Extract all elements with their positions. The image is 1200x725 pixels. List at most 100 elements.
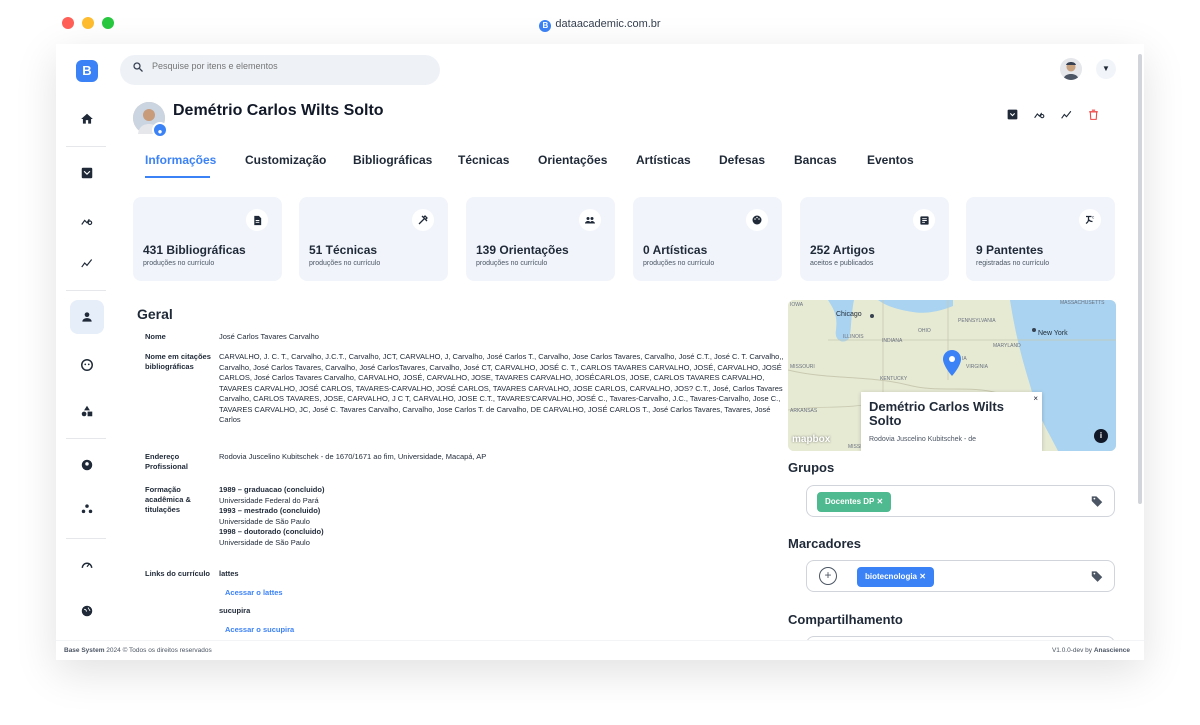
location-map[interactable]: Chicago New York IOWA ILLINOIS INDIANA O… <box>788 300 1116 451</box>
query-stats-icon[interactable] <box>70 204 104 238</box>
stat-card-patentes[interactable]: c 9 Pantentes registradas no currículo <box>966 197 1115 281</box>
search-bar[interactable] <box>120 55 440 85</box>
tag-chip-label: Docentes DP <box>825 497 875 506</box>
tools-icon <box>412 209 434 231</box>
mapbox-logo: mapbox <box>792 434 831 445</box>
stat-card-orientacoes[interactable]: 139 Orientações produções no currículo <box>466 197 615 281</box>
delete-icon[interactable] <box>1087 108 1100 124</box>
section-title-geral: Geral <box>137 306 173 322</box>
camera-icon[interactable]: ● <box>152 122 168 138</box>
tag-chip[interactable]: Docentes DP ✕ <box>817 492 892 512</box>
degree-text: 1993 – mestrado (concluido) <box>219 506 321 515</box>
scrollbar[interactable] <box>1138 54 1142 504</box>
footer-company: Anascience <box>1093 647 1130 654</box>
close-icon[interactable]: × <box>1033 394 1038 403</box>
field-value-nome: José Carlos Tavares Carvalho <box>219 332 319 341</box>
map-label: Chicago <box>836 311 862 318</box>
footer-rights: 2024 © Todos os direitos reservados <box>106 647 212 654</box>
app-logo[interactable]: B <box>76 60 98 82</box>
stat-subtitle: aceitos e publicados <box>810 260 874 267</box>
app-window: B Pesquise por itens e elementos ▼ ● Dem… <box>56 44 1144 660</box>
field-label-formacao: Formação acadêmica & titulações <box>145 485 191 514</box>
tab-bibliograficas[interactable]: Bibliográficas <box>353 153 432 167</box>
tag-chip[interactable]: biotecnologia ✕ <box>857 567 934 587</box>
tab-orientacoes[interactable]: Orientações <box>538 153 607 167</box>
tab-artisticas[interactable]: Artísticas <box>636 153 691 167</box>
sucupira-link[interactable]: Acessar o sucupira <box>225 625 294 634</box>
footer-copyright: Base System 2024 © Todos os direitos res… <box>64 647 212 654</box>
document-icon <box>246 209 268 231</box>
map-label: ILLINOIS <box>843 334 864 340</box>
stat-title: 252 Artigos <box>810 243 875 257</box>
stat-subtitle: produções no currículo <box>476 260 548 267</box>
browser-chrome: Bdataacademic.com.br <box>0 0 1200 44</box>
tag-icon <box>1090 494 1104 511</box>
map-popup-subtitle: Rodovia Juscelino Kubitschek - de <box>869 436 977 443</box>
account-circle-icon[interactable] <box>70 448 104 482</box>
link-name: lattes <box>219 569 239 578</box>
footer-brand: Base System <box>64 647 105 654</box>
insights-icon[interactable] <box>70 246 104 280</box>
user-avatar[interactable] <box>1060 58 1082 80</box>
chip-remove-icon[interactable]: ✕ <box>876 497 883 506</box>
add-marker-icon[interactable]: + <box>819 567 837 585</box>
marcadores-tag-field[interactable]: + biotecnologia ✕ <box>806 560 1115 592</box>
tab-informacoes[interactable]: Informações <box>145 153 216 167</box>
workspaces-icon[interactable] <box>70 492 104 526</box>
map-label: INDIANA <box>882 338 903 344</box>
group-icon[interactable] <box>70 348 104 382</box>
tag-icon <box>1090 569 1104 586</box>
stat-subtitle: registradas no currículo <box>976 260 1050 267</box>
stat-card-artigos[interactable]: 252 Artigos aceitos e publicados <box>800 197 949 281</box>
tab-eventos[interactable]: Eventos <box>867 153 914 167</box>
stat-card-tecnicas[interactable]: 51 Técnicas produções no currículo <box>299 197 448 281</box>
map-popup-title: Demétrio Carlos Wilts Solto <box>869 399 1004 428</box>
stat-title: 431 Bibliográficas <box>143 243 246 257</box>
map-label: New York <box>1038 330 1068 337</box>
url-text: dataacademic.com.br <box>555 18 661 30</box>
search-icon <box>132 61 144 76</box>
category-icon[interactable] <box>70 394 104 428</box>
institution-text: Universidade de São Paulo <box>219 537 310 547</box>
person-icon[interactable] <box>70 300 104 334</box>
sidebar-divider <box>66 538 106 539</box>
map-label: MISSOURI <box>790 364 815 370</box>
section-title-compartilhamento: Compartilhamento <box>788 612 903 627</box>
account-menu-caret-icon[interactable]: ▼ <box>1096 59 1116 79</box>
info-icon[interactable]: i <box>1094 429 1108 443</box>
institution-text: Universidade de São Paulo <box>219 516 310 526</box>
address-bar[interactable]: Bdataacademic.com.br <box>0 18 1200 32</box>
stat-subtitle: produções no currículo <box>143 260 215 267</box>
search-input[interactable] <box>152 61 422 71</box>
tab-tecnicas[interactable]: Técnicas <box>458 153 509 167</box>
tab-bancas[interactable]: Bancas <box>794 153 837 167</box>
tab-defesas[interactable]: Defesas <box>719 153 765 167</box>
palette-icon <box>746 209 768 231</box>
home-icon[interactable] <box>70 102 104 136</box>
map-label: ARKANSAS <box>790 408 818 414</box>
stat-title: 139 Orientações <box>476 243 569 257</box>
globe-icon[interactable] <box>70 594 104 628</box>
map-label: IOWA <box>790 302 804 308</box>
lattes-link[interactable]: Acessar o lattes <box>225 588 283 597</box>
query-stats-icon[interactable] <box>1033 108 1046 124</box>
insights-icon[interactable] <box>1060 108 1073 124</box>
article-icon <box>913 209 935 231</box>
stat-card-bibliograficas[interactable]: 431 Bibliográficas produções no currícul… <box>133 197 282 281</box>
chip-remove-icon[interactable]: ✕ <box>919 572 926 581</box>
speed-icon[interactable] <box>70 548 104 582</box>
map-label: MASSACHUSETTS <box>1060 300 1105 306</box>
grupos-tag-field[interactable]: Docentes DP ✕ <box>806 485 1115 517</box>
inbox-icon[interactable] <box>70 156 104 190</box>
active-tab-indicator <box>145 176 210 178</box>
stat-card-artisticas[interactable]: 0 Artísticas produções no currículo <box>633 197 782 281</box>
link-name: sucupira <box>219 606 251 615</box>
footer-version-text: V1.0.0-dev by <box>1051 647 1093 654</box>
tab-customizacao[interactable]: Customização <box>245 153 326 167</box>
favicon-icon: B <box>539 20 552 32</box>
stat-title: 0 Artísticas <box>643 243 708 257</box>
institution-text: Universidade Federal do Pará <box>219 495 319 505</box>
download-icon[interactable] <box>1006 108 1019 124</box>
field-value-formacao: 1989 – graduacao (concluido) Universidad… <box>219 485 784 548</box>
field-label-endereco: Endereço Profissional <box>145 452 188 471</box>
